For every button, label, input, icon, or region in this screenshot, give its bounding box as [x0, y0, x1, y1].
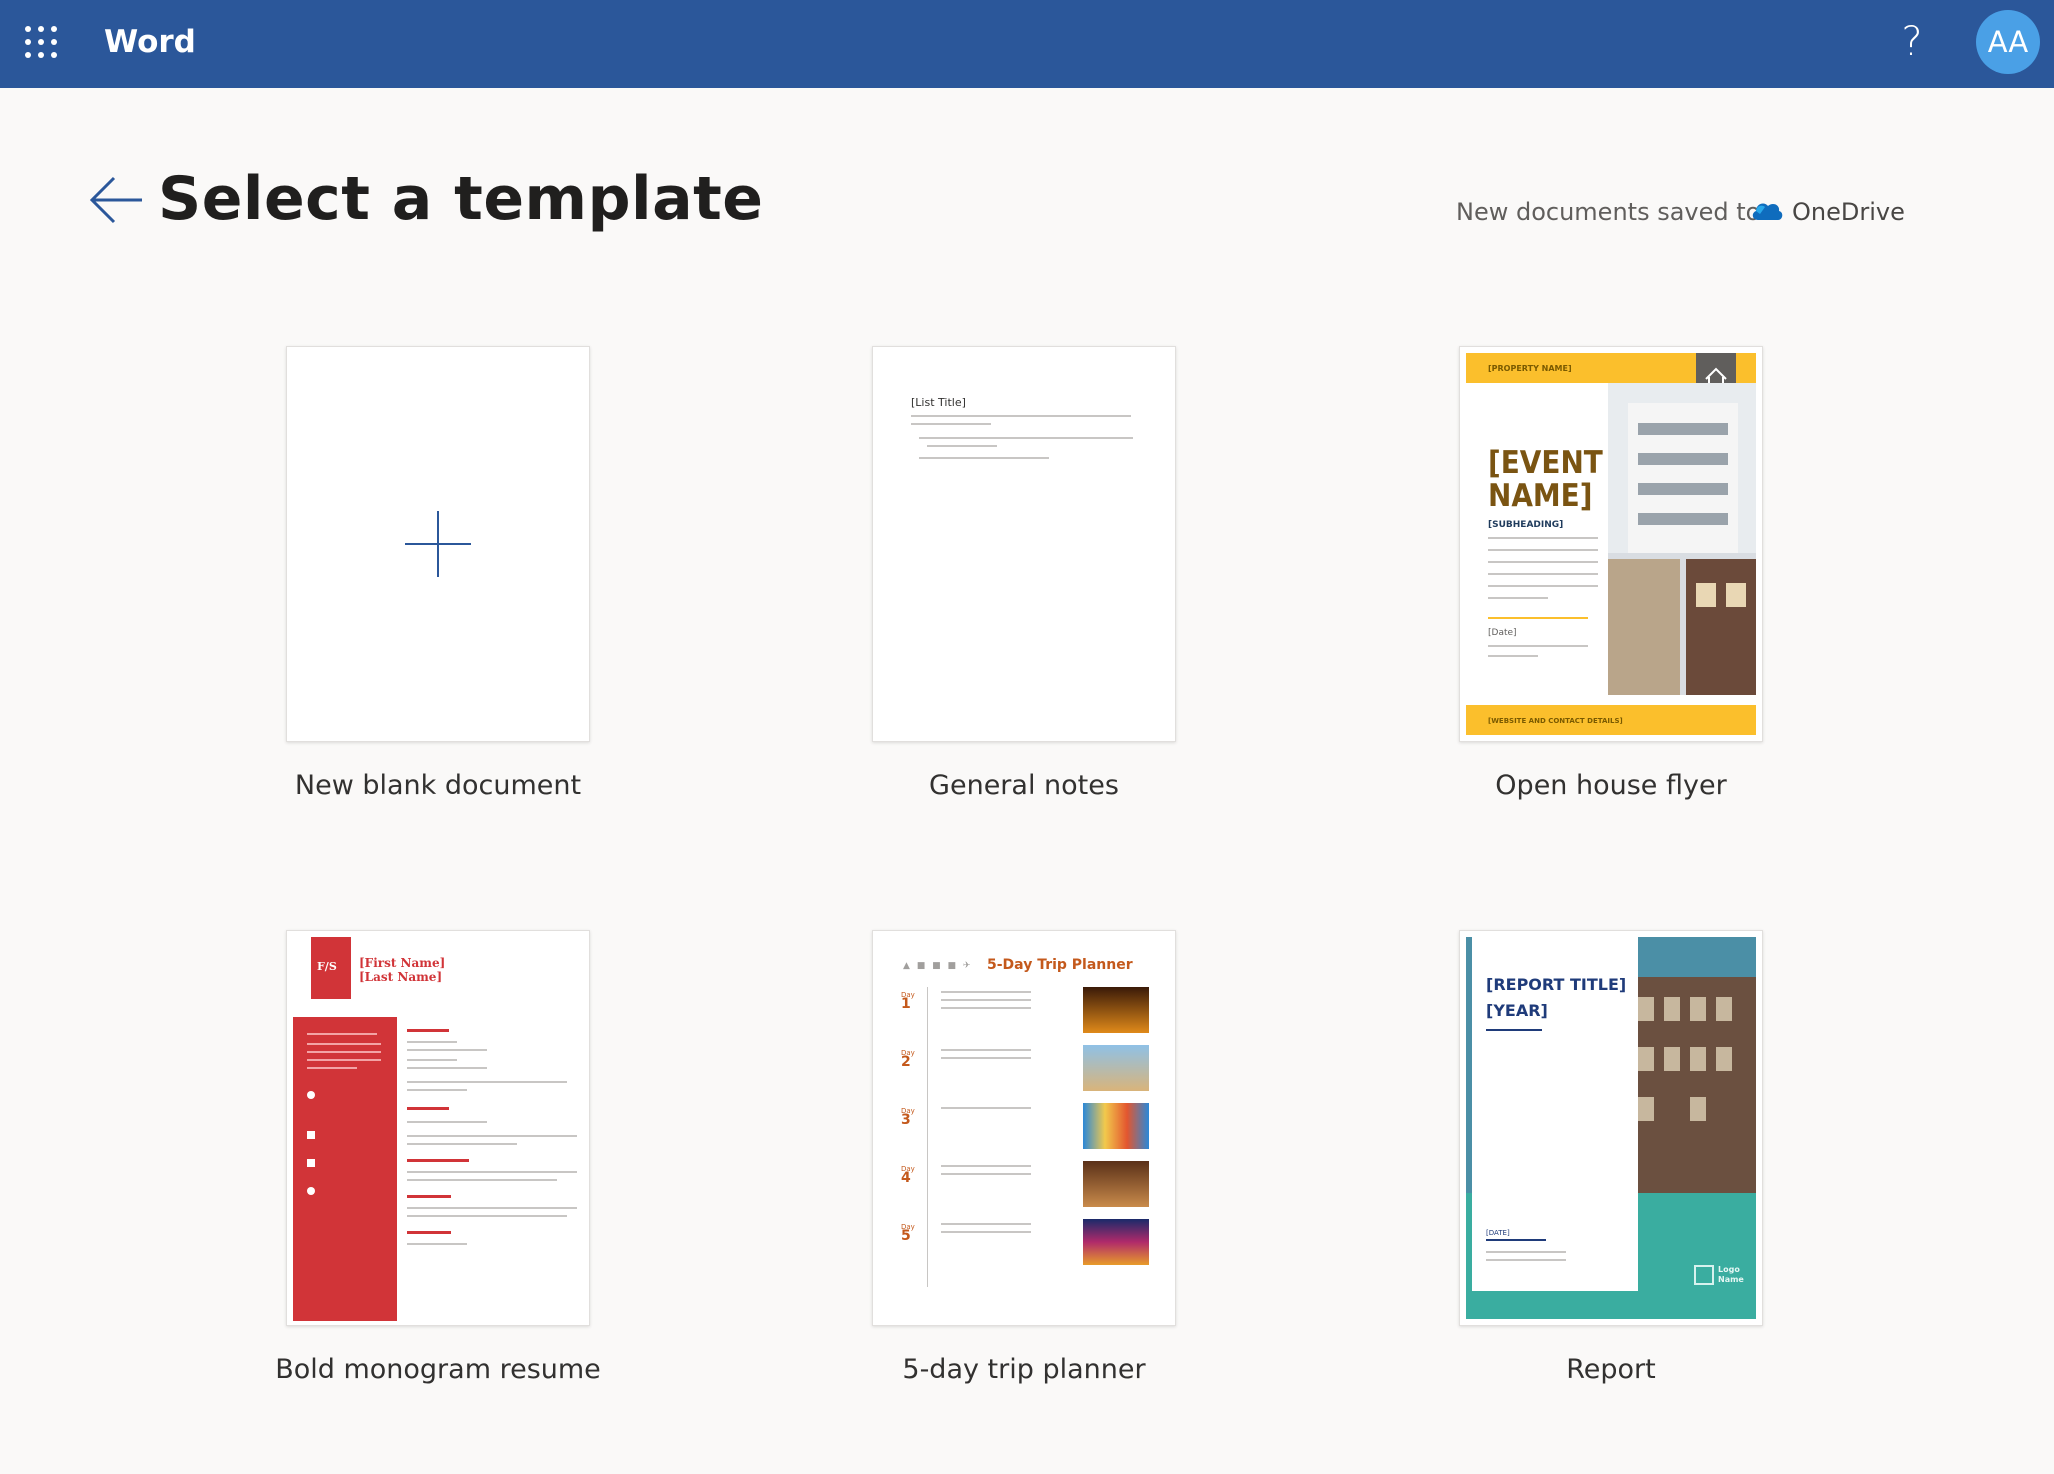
- app-name[interactable]: Word: [104, 20, 196, 64]
- trip-photo: [1083, 1103, 1149, 1149]
- text-line: [407, 1135, 577, 1137]
- text-line: [407, 1215, 567, 1217]
- template-label: General notes: [929, 770, 1119, 801]
- template-label: New blank document: [294, 770, 582, 801]
- trip-day-number: 2: [901, 1054, 911, 1070]
- text-line: [1488, 561, 1598, 563]
- flyer-date: [Date]: [1488, 628, 1517, 638]
- trip-photo: [1083, 1045, 1149, 1091]
- text-line: [407, 1081, 567, 1083]
- text-line: [919, 457, 1049, 459]
- template-report[interactable]: [REPORT TITLE] [YEAR] [DATE] Logo Name R…: [1459, 930, 1763, 1385]
- text-line: [407, 1059, 457, 1061]
- resume-first-name: [First Name]: [359, 956, 446, 970]
- text-line: [927, 445, 997, 447]
- app-launcher-icon[interactable]: [20, 21, 62, 63]
- plus-icon: [405, 511, 471, 577]
- report-date: [DATE]: [1486, 1229, 1510, 1237]
- text-line: [407, 1041, 457, 1043]
- resume-monogram: F/S: [317, 960, 337, 973]
- template-thumbnail[interactable]: [REPORT TITLE] [YEAR] [DATE] Logo Name: [1459, 930, 1763, 1326]
- resume-sidebar: [293, 1017, 397, 1321]
- report-title: [REPORT TITLE]: [1486, 975, 1627, 994]
- page-title: Select a template: [158, 164, 764, 234]
- text-line: [407, 1067, 487, 1069]
- trip-photo: [1083, 987, 1149, 1033]
- back-arrow-icon[interactable]: [86, 170, 146, 230]
- text-line: [407, 1179, 557, 1181]
- logo-placeholder-icon: [1694, 1265, 1714, 1285]
- template-label: Open house flyer: [1495, 770, 1727, 801]
- template-label: 5-day trip planner: [902, 1354, 1146, 1385]
- text-line: [1488, 537, 1598, 539]
- template-thumbnail[interactable]: [List Title]: [872, 346, 1176, 742]
- text-line: [1488, 549, 1598, 551]
- trip-day-number: 3: [901, 1112, 911, 1128]
- text-line: [1488, 597, 1548, 599]
- text-line: [1488, 645, 1588, 647]
- onedrive-link[interactable]: OneDrive: [1792, 192, 1905, 232]
- text-line: [407, 1207, 577, 1209]
- trip-title: 5-Day Trip Planner: [987, 957, 1133, 973]
- text-line: [1488, 585, 1598, 587]
- transport-icons: ▲ ■ ■ ■ ✈: [903, 961, 973, 971]
- text-line: [919, 437, 1133, 439]
- template-general-notes[interactable]: [List Title] General notes: [872, 346, 1176, 801]
- help-icon[interactable]: ?: [1888, 14, 1936, 70]
- template-bold-monogram-resume[interactable]: F/S [First Name] [Last Name] Bold monogr…: [275, 930, 601, 1385]
- building-photo: [1608, 383, 1756, 695]
- trip-day-number: 1: [901, 996, 911, 1012]
- text-line: [1488, 655, 1538, 657]
- avatar[interactable]: AA: [1976, 10, 2040, 74]
- template-thumbnail[interactable]: ▲ ■ ■ ■ ✈ 5-Day Trip Planner Day 1 Day 2 D…: [872, 930, 1176, 1326]
- flyer-event-name: [EVENT NAME]: [1488, 445, 1603, 514]
- trip-day-number: 5: [901, 1228, 911, 1244]
- template-open-house-flyer[interactable]: [PROPERTY NAME] [EVENT NAME] [SUBHEADING…: [1459, 346, 1763, 801]
- text-line: [407, 1143, 517, 1145]
- text-line: [911, 423, 991, 425]
- trip-photo: [1083, 1161, 1149, 1207]
- template-5-day-trip-planner[interactable]: ▲ ■ ■ ■ ✈ 5-Day Trip Planner Day 1 Day 2 D…: [872, 930, 1176, 1385]
- app-header: Word ? AA: [0, 0, 2054, 88]
- text-line: [407, 1049, 487, 1051]
- template-new-blank-document[interactable]: New blank document: [286, 346, 590, 801]
- resume-last-name: [Last Name]: [359, 970, 443, 984]
- template-label: Bold monogram resume: [275, 1354, 601, 1385]
- flyer-footer: [WEBSITE AND CONTACT DETAILS]: [1488, 717, 1623, 725]
- text-line: [407, 1089, 467, 1091]
- template-thumbnail[interactable]: [PROPERTY NAME] [EVENT NAME] [SUBHEADING…: [1459, 346, 1763, 742]
- save-location-label: New documents saved to:: [1456, 198, 1769, 226]
- flyer-subheading: [SUBHEADING]: [1488, 520, 1564, 530]
- notes-title: [List Title]: [911, 396, 966, 409]
- text-line: [1488, 573, 1598, 575]
- text-line: [407, 1243, 467, 1245]
- onedrive-cloud-icon: [1752, 203, 1783, 220]
- template-thumbnail[interactable]: F/S [First Name] [Last Name]: [286, 930, 590, 1326]
- text-line: [407, 1121, 487, 1123]
- report-logo-name: Logo Name: [1718, 1265, 1744, 1284]
- text-line: [911, 415, 1131, 417]
- trip-photo: [1083, 1219, 1149, 1265]
- template-thumbnail[interactable]: [286, 346, 590, 742]
- report-year: [YEAR]: [1486, 1001, 1548, 1020]
- template-label: Report: [1566, 1354, 1656, 1385]
- flyer-divider: [1488, 617, 1588, 619]
- trip-day-number: 4: [901, 1170, 911, 1186]
- text-line: [407, 1171, 577, 1173]
- flyer-property: [PROPERTY NAME]: [1488, 364, 1572, 373]
